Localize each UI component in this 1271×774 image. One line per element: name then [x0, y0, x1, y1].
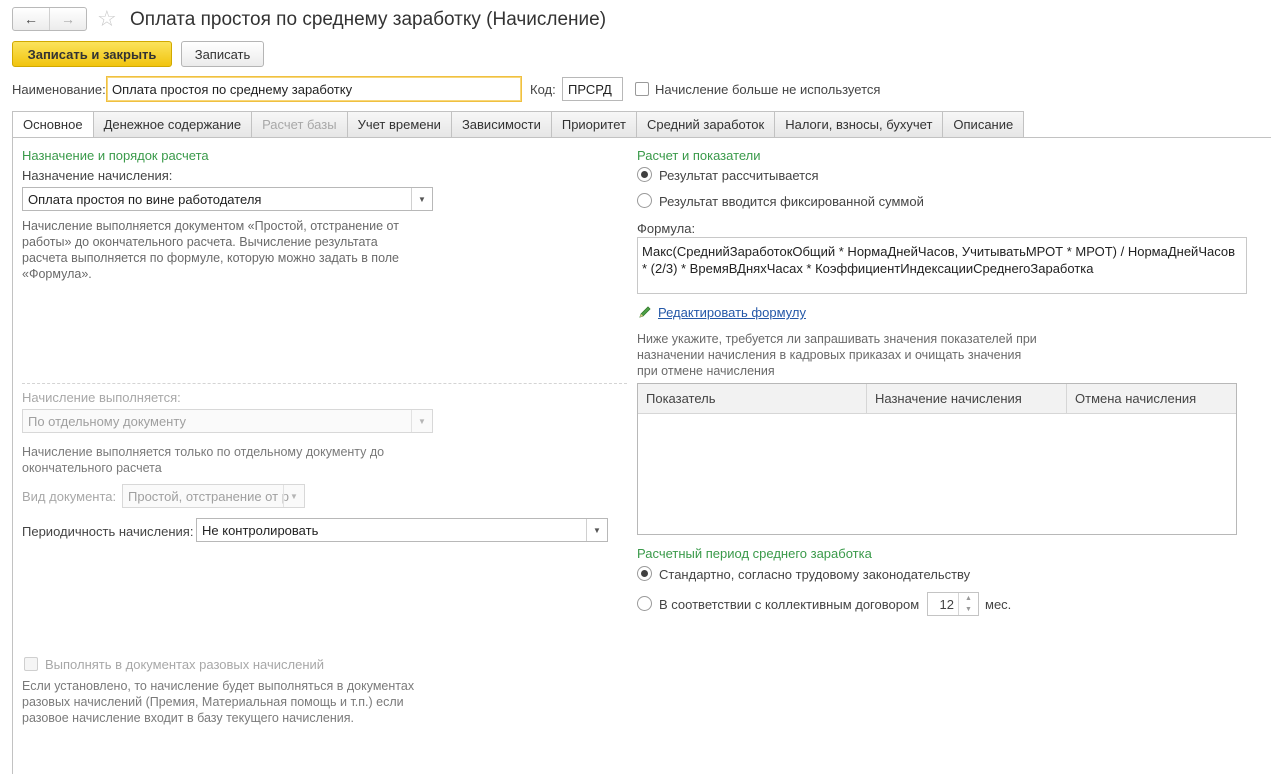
radio-standard[interactable] [637, 566, 652, 581]
chevron-down-icon: ▼ [283, 485, 304, 507]
radio-calculated[interactable] [637, 167, 652, 182]
column-indicator[interactable]: Показатель [638, 384, 867, 413]
doc-type-label: Вид документа: [22, 489, 117, 504]
oneoff-checkbox [24, 657, 38, 671]
table-header: Показатель Назначение начисления Отмена … [638, 384, 1236, 414]
purpose-note: Начисление выполняется документом «Прост… [22, 219, 400, 281]
chevron-down-icon: ▼ [411, 410, 432, 432]
pencil-icon [638, 305, 652, 319]
tab-dependencies[interactable]: Зависимости [450, 111, 551, 138]
indicators-note: Ниже укажите, требуется ли запрашивать з… [637, 332, 1037, 378]
tab-taxes[interactable]: Налоги, взносы, бухучет [774, 111, 943, 138]
months-unit: мес. [985, 597, 1012, 612]
section-divider [22, 383, 627, 384]
history-nav: ← → [12, 7, 87, 31]
oneoff-note: Если установлено, то начисление будет вы… [22, 679, 415, 725]
oneoff-label: Выполнять в документах разовых начислени… [45, 657, 325, 672]
not-used-label: Начисление больше не используется [655, 82, 881, 97]
tab-description[interactable]: Описание [942, 111, 1025, 138]
months-value: 12 [939, 596, 954, 612]
radio-standard-label: Стандартно, согласно трудовому законодат… [659, 567, 971, 582]
back-icon[interactable]: ← [13, 8, 49, 30]
purpose-section-title: Назначение и порядок расчета [22, 148, 209, 163]
column-cancellation[interactable]: Отмена начисления [1067, 384, 1236, 413]
calc-section-title: Расчет и показатели [637, 148, 761, 163]
doc-type-select: Простой, отстранение от р ▼ [122, 484, 305, 508]
tab-monetary[interactable]: Денежное содержание [92, 111, 252, 138]
formula-label: Формула: [637, 221, 696, 236]
radio-selected-dot [641, 570, 648, 577]
period-select-value: Не контролировать [202, 522, 319, 538]
doc-type-select-value: Простой, отстранение от р [128, 488, 289, 504]
radio-fixed[interactable] [637, 193, 652, 208]
tab-priority[interactable]: Приоритет [550, 111, 636, 138]
performed-note: Начисление выполняется только по отдельн… [22, 445, 385, 475]
column-assignment[interactable]: Назначение начисления [867, 384, 1067, 413]
name-input[interactable]: Оплата простоя по среднему заработку [106, 76, 522, 102]
performed-select: По отдельному документу ▼ [22, 409, 433, 433]
radio-collective-label: В соответствии с коллективным договором [659, 597, 920, 612]
purpose-select-value: Оплата простоя по вине работодателя [28, 191, 262, 207]
code-input[interactable]: ПРСРД [562, 77, 623, 101]
period-label: Периодичность начисления: [22, 524, 194, 539]
save-button[interactable]: Записать [181, 41, 264, 67]
name-label: Наименование: [12, 82, 106, 97]
stepper-arrows[interactable]: ▲ ▼ [958, 593, 978, 615]
tab-time-accounting[interactable]: Учет времени [346, 111, 451, 138]
performed-select-value: По отдельному документу [28, 413, 186, 429]
formula-field[interactable]: Макс(СреднийЗаработокОбщий * НормаДнейЧа… [637, 237, 1247, 294]
forward-icon[interactable]: → [49, 8, 86, 30]
radio-fixed-label: Результат вводится фиксированной суммой [659, 194, 924, 209]
window-title: Оплата простоя по среднему заработку (На… [130, 9, 607, 30]
chevron-down-icon[interactable]: ▼ [959, 604, 978, 615]
chevron-down-icon[interactable]: ▼ [586, 519, 607, 541]
save-and-close-button[interactable]: Записать и закрыть [12, 41, 172, 67]
radio-calculated-label: Результат рассчитывается [659, 168, 819, 183]
purpose-select[interactable]: Оплата простоя по вине работодателя ▼ [22, 187, 433, 211]
indicators-table[interactable]: Показатель Назначение начисления Отмена … [637, 383, 1237, 535]
not-used-checkbox[interactable] [635, 82, 649, 96]
edit-formula-link[interactable]: Редактировать формулу [658, 305, 806, 320]
favorite-star-icon[interactable]: ☆ [97, 8, 117, 30]
purpose-label: Назначение начисления: [22, 168, 173, 183]
months-stepper[interactable]: 12 ▲ ▼ [927, 592, 979, 616]
tab-average-earnings[interactable]: Средний заработок [635, 111, 775, 138]
chevron-up-icon[interactable]: ▲ [959, 593, 978, 604]
performed-label: Начисление выполняется: [22, 390, 181, 405]
tab-base-calc[interactable]: Расчет базы [251, 111, 347, 138]
tab-bar: Основное Денежное содержание Расчет базы… [12, 111, 1025, 138]
chevron-down-icon[interactable]: ▼ [411, 188, 432, 210]
tab-main[interactable]: Основное [12, 111, 93, 138]
tab-divider [12, 137, 1271, 138]
radio-collective[interactable] [637, 596, 652, 611]
code-label: Код: [530, 82, 556, 97]
panel-border [12, 138, 13, 774]
avg-period-section-title: Расчетный период среднего заработка [637, 546, 872, 561]
radio-selected-dot [641, 171, 648, 178]
period-select[interactable]: Не контролировать ▼ [196, 518, 608, 542]
